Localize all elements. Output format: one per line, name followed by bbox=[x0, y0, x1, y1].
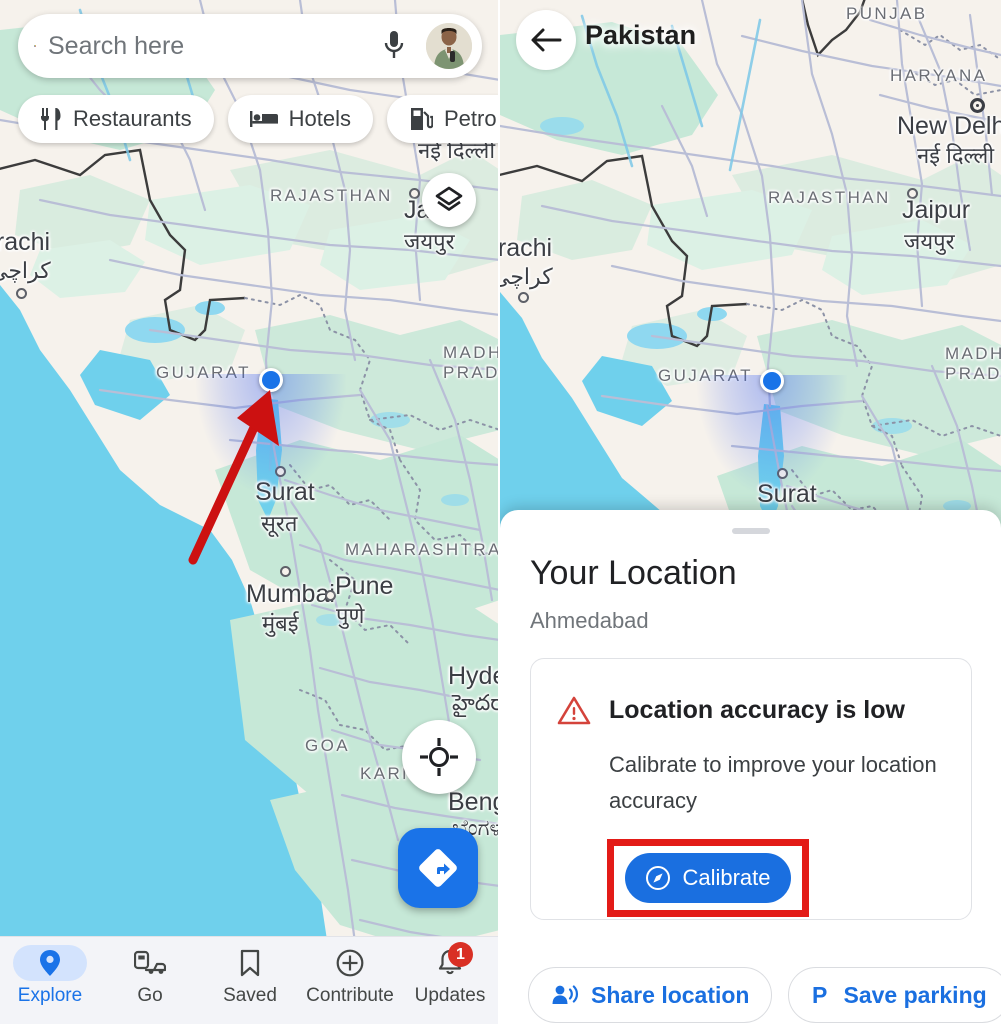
microphone-icon[interactable] bbox=[382, 29, 406, 63]
chip-restaurants-label: Restaurants bbox=[73, 106, 192, 131]
city-dot-karachi bbox=[16, 288, 27, 299]
updates-badge: 1 bbox=[448, 942, 473, 967]
plus-circle-icon bbox=[336, 949, 364, 977]
chip-petrol-label: Petrol bbox=[443, 106, 500, 131]
bottom-navigation: Explore Go Saved Contribute 1 Updates bbox=[0, 936, 498, 1024]
nav-label-updates-text: Updates bbox=[414, 985, 486, 1006]
nav-item-go[interactable]: Go bbox=[100, 945, 200, 1007]
nav-pill-go bbox=[113, 945, 187, 981]
chip-hotels-label: Hotels bbox=[288, 106, 351, 131]
nav-pill-updates: 1 bbox=[413, 942, 487, 981]
sheet-actions-row: Share location P Save parking bbox=[528, 966, 1001, 1024]
my-location-crosshair-icon bbox=[420, 738, 458, 776]
city-dot-karachi-right bbox=[518, 292, 529, 303]
category-chips: Restaurants Hotels Petrol bbox=[18, 95, 500, 143]
right-screen: PUNJAB HARYANA New Delhi नई दिल्ली RAJAS… bbox=[500, 0, 1001, 1024]
blue-location-dot bbox=[259, 368, 283, 392]
blue-location-dot-right bbox=[760, 369, 784, 393]
back-button[interactable] bbox=[516, 10, 576, 70]
nav-label-saved: Saved bbox=[223, 985, 277, 1006]
user-avatar-photo bbox=[426, 23, 472, 69]
location-accuracy-beam-right bbox=[697, 375, 847, 495]
my-location-button[interactable] bbox=[402, 720, 476, 794]
nav-item-saved[interactable]: Saved bbox=[200, 945, 300, 1007]
accuracy-card-title: Location accuracy is low bbox=[609, 696, 905, 724]
sheet-title: Your Location bbox=[530, 554, 737, 592]
share-location-chip[interactable]: Share location bbox=[528, 967, 773, 1023]
chip-petrol[interactable]: Petrol bbox=[386, 95, 500, 143]
accuracy-card: Location accuracy is low Calibrate to im… bbox=[530, 658, 972, 920]
sheet-subtitle: Ahmedabad bbox=[530, 608, 649, 633]
city-dot-mumbai bbox=[280, 566, 291, 577]
screenshot-root: arachi کراچی RAJASTHAN Ja जयपुर नई दिल्ल… bbox=[0, 0, 1001, 1024]
compass-icon bbox=[646, 866, 671, 890]
warning-triangle-icon bbox=[557, 696, 591, 725]
share-person-icon bbox=[552, 985, 578, 1004]
nav-pill-saved bbox=[213, 945, 287, 981]
nav-label-explore: Explore bbox=[17, 985, 83, 1006]
commute-car-train-icon bbox=[134, 950, 166, 974]
nav-label-go: Go bbox=[137, 985, 163, 1006]
location-bottom-sheet: Your Location Ahmedabad Location accurac… bbox=[500, 510, 1001, 1024]
nav-item-contribute[interactable]: Contribute bbox=[300, 945, 400, 1007]
left-screen: arachi کراچی RAJASTHAN Ja जयपुर नई दिल्ल… bbox=[0, 0, 500, 1024]
accuracy-card-body: Calibrate to improve your location accur… bbox=[609, 752, 937, 813]
chip-hotels[interactable]: Hotels bbox=[227, 95, 373, 143]
accuracy-card-header: Location accuracy is low bbox=[557, 695, 905, 726]
capital-dot-newdelhi-right bbox=[970, 98, 985, 113]
search-bar[interactable] bbox=[18, 14, 482, 78]
fuel-pump-icon bbox=[410, 108, 433, 130]
calibrate-button-label: Calibrate bbox=[682, 865, 771, 890]
nav-item-explore[interactable]: Explore bbox=[0, 945, 100, 1007]
map-layers-icon bbox=[435, 186, 463, 211]
chip-restaurants[interactable]: Restaurants bbox=[18, 95, 214, 143]
calibrate-highlight-box: Calibrate bbox=[607, 839, 809, 917]
location-accuracy-beam bbox=[196, 374, 346, 494]
directions-fab-button[interactable] bbox=[398, 828, 478, 908]
save-parking-label: Save parking bbox=[843, 981, 987, 1008]
nav-pill-explore bbox=[13, 945, 87, 981]
location-pin-icon bbox=[40, 950, 60, 976]
calibrate-button[interactable]: Calibrate bbox=[625, 853, 791, 903]
share-location-label: Share location bbox=[591, 981, 750, 1008]
directions-arrow-icon bbox=[419, 849, 457, 887]
google-maps-pin-icon bbox=[34, 45, 36, 47]
page-title: Pakistan bbox=[585, 20, 697, 50]
hotel-bed-icon bbox=[249, 111, 278, 127]
city-dot-pune bbox=[325, 590, 336, 601]
nav-item-updates[interactable]: 1 Updates bbox=[400, 942, 498, 1007]
bookmark-icon bbox=[240, 949, 260, 977]
restaurant-fork-knife-icon bbox=[41, 108, 61, 130]
save-parking-chip[interactable]: P Save parking bbox=[788, 967, 1001, 1023]
map-layers-button[interactable] bbox=[422, 173, 476, 227]
svg-text:P: P bbox=[812, 982, 827, 1008]
nav-pill-contribute bbox=[313, 945, 387, 981]
nav-label-updates: Contribute bbox=[306, 985, 394, 1006]
city-dot-jaipur-right-2 bbox=[907, 188, 918, 199]
avatar[interactable] bbox=[426, 23, 472, 69]
sheet-grabber[interactable] bbox=[731, 528, 770, 534]
city-dot-jaipur bbox=[409, 188, 420, 199]
arrow-back-icon bbox=[531, 28, 562, 52]
parking-p-icon: P bbox=[812, 982, 827, 1008]
search-input[interactable] bbox=[48, 31, 370, 61]
